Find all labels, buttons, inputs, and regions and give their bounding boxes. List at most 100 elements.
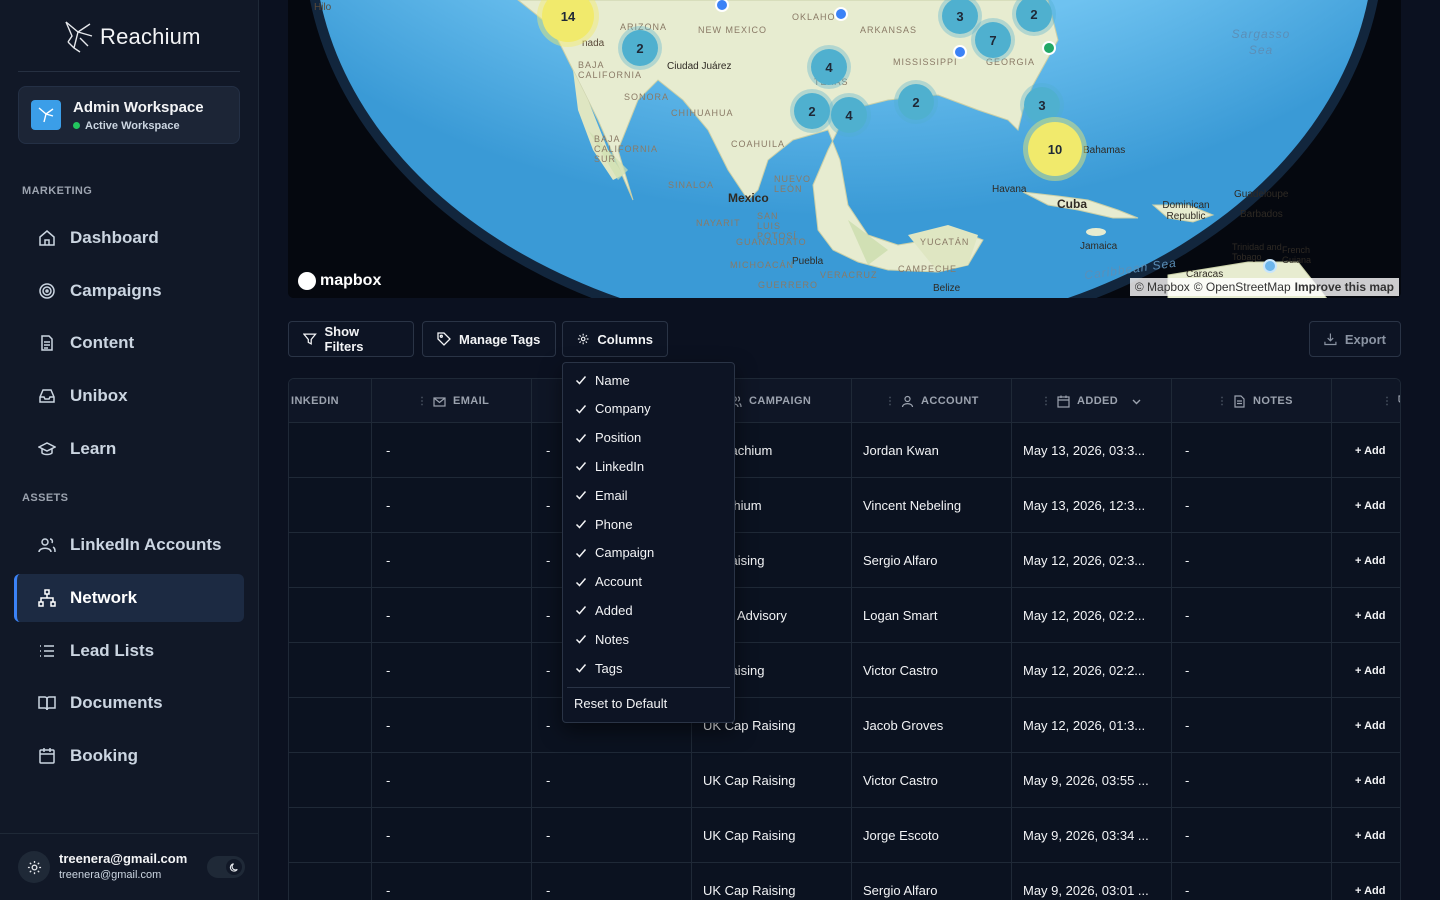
map-cluster[interactable]: 10 (1028, 122, 1082, 176)
map-label: BAJA CALIFORNIA SUR (594, 134, 658, 164)
chevron-down-icon[interactable] (1131, 395, 1142, 408)
table-header: INKEDIN ⋮ EMAIL CAMPAIGN ⋮ ACCOUNT ⋮ ADD… (289, 379, 1400, 423)
cell-linkedin (289, 478, 371, 533)
column-toggle-linkedin[interactable]: LinkedIn (575, 456, 644, 476)
sidebar-item-booking[interactable]: Booking (14, 732, 244, 780)
table-row[interactable]: --n Reachium Jordan Kwan May 13, 2026, 03:… (289, 423, 1400, 478)
add-tag-button[interactable]: + Add (1355, 423, 1385, 478)
cell-account: Jorge Escoto (863, 828, 939, 843)
map-cluster[interactable]: 7 (975, 22, 1011, 58)
column-toggle-campaign[interactable]: Campaign (575, 543, 654, 563)
column-toggle-name[interactable]: Name (575, 370, 630, 390)
check-icon (575, 635, 587, 644)
table-row[interactable]: - - apital Advisory Logan Smart May 12, 2026… (289, 588, 1400, 643)
cell-campaign: UK Cap Raising (703, 828, 796, 843)
table-row[interactable]: - - UK Cap Raising Jacob Groves May 12, 2026… (289, 698, 1400, 753)
map-pin[interactable] (834, 7, 848, 21)
map-cluster[interactable]: 2 (794, 93, 830, 129)
map-cluster[interactable]: 4 (811, 49, 847, 85)
manage-tags-button[interactable]: Manage Tags (422, 321, 556, 357)
attribution-osm[interactable]: © OpenStreetMap (1194, 280, 1291, 294)
add-tag-button[interactable]: + Add (1355, 588, 1385, 643)
drag-handle-icon[interactable]: ⋮ (1041, 396, 1051, 407)
add-tag-button[interactable]: + Add (1355, 808, 1385, 863)
column-toggle-phone[interactable]: Phone (575, 514, 633, 534)
sidebar-item-campaigns[interactable]: Campaigns (14, 267, 244, 315)
gear-icon (27, 860, 41, 874)
columns-button[interactable]: Columns (562, 321, 668, 357)
map-pin[interactable] (1263, 259, 1277, 273)
sidebar-item-learn[interactable]: Learn (14, 425, 244, 473)
add-tag-button[interactable]: + Add (1355, 698, 1385, 753)
column-header-linkedin[interactable]: INKEDIN (291, 379, 339, 423)
map-pin[interactable] (953, 45, 967, 59)
settings-button[interactable] (18, 851, 50, 883)
cell-account: Victor Castro (863, 773, 938, 788)
workspace-switcher[interactable]: Admin Workspace Active Workspace (18, 86, 240, 144)
map-cluster[interactable]: 2 (898, 84, 934, 120)
map-label: CHIHUAHUA (671, 108, 734, 118)
network-map[interactable]: Hilo nada ARIZONA NEW MEXICO OKLAHO ARKA… (288, 0, 1401, 298)
sidebar-item-lead-lists[interactable]: Lead Lists (14, 627, 244, 675)
table-row[interactable]: - - UK Cap Raising Victor Castro May 9, 2026… (289, 753, 1400, 808)
sidebar-item-unibox[interactable]: Unibox (14, 372, 244, 420)
workspace-status: Active Workspace (73, 120, 204, 132)
sidebar-item-network[interactable]: Network (14, 574, 244, 622)
column-header-campaign[interactable]: CAMPAIGN (729, 379, 811, 423)
table-row[interactable]: - - UK Cap Raising Jorge Escoto May 9, 2026,… (289, 808, 1400, 863)
column-toggle-added[interactable]: Added (575, 600, 633, 620)
map-label: Ciudad Juárez (667, 61, 732, 72)
add-tag-button[interactable]: + Add (1355, 863, 1385, 900)
drag-handle-icon[interactable]: ⋮ (1217, 396, 1227, 407)
attribution-mapbox[interactable]: © Mapbox (1135, 280, 1190, 294)
column-header-account[interactable]: ⋮ ACCOUNT (885, 379, 979, 423)
sidebar-item-content[interactable]: Content (14, 319, 244, 367)
column-divider (851, 379, 852, 900)
mail-icon (433, 396, 446, 407)
column-header-email[interactable]: ⋮ EMAIL (417, 379, 489, 423)
theme-toggle[interactable] (207, 856, 245, 878)
map-label: Mexico (728, 191, 769, 205)
sidebar-item-label: Documents (70, 693, 163, 712)
column-toggle-notes[interactable]: Notes (575, 629, 629, 649)
column-toggle-tags[interactable]: Tags (575, 658, 622, 678)
add-tag-button[interactable]: + Add (1355, 533, 1385, 588)
reset-to-default-button[interactable]: Reset to Default (574, 696, 667, 711)
table-row[interactable]: --ReachiumVincent NebelingMay 13, 2026, … (289, 478, 1400, 533)
drag-handle-icon[interactable]: ⋮ (1382, 396, 1392, 407)
export-button[interactable]: Export (1309, 321, 1401, 357)
show-filters-button[interactable]: Show Filters (288, 321, 414, 357)
sidebar-item-linkedin-accounts[interactable]: LinkedIn Accounts (14, 521, 244, 569)
column-toggle-position[interactable]: Position (575, 428, 641, 448)
workspace-title: Admin Workspace (73, 98, 204, 116)
brand[interactable]: Reachium (62, 18, 201, 56)
table-row[interactable]: --ap RaisingVictor CastroMay 12, 2026, 0… (289, 643, 1400, 698)
column-header-tags[interactable]: ⋮ (1382, 379, 1400, 423)
column-header-added[interactable]: ⋮ ADDED (1041, 379, 1142, 423)
column-toggle-company[interactable]: Company (575, 399, 651, 419)
map-cluster[interactable]: 3 (1024, 87, 1060, 123)
column-toggle-label: Tags (595, 660, 623, 676)
cell-account: Jacob Groves (863, 718, 944, 733)
column-toggle-account[interactable]: Account (575, 572, 642, 592)
cell-email: - (386, 718, 391, 733)
sidebar-item-dashboard[interactable]: Dashboard (14, 214, 244, 262)
map-cluster[interactable]: 2 (622, 30, 658, 66)
table-row[interactable]: - - UK Cap Raising Sergio Alfaro May 9, 2026… (289, 863, 1400, 900)
map-pin[interactable] (1042, 41, 1056, 55)
add-tag-button[interactable]: + Add (1355, 643, 1385, 698)
table-row[interactable]: --ap RaisingSergio AlfaroMay 12, 2026, 0… (289, 533, 1400, 588)
column-header-notes[interactable]: ⋮ NOTES (1217, 379, 1293, 423)
improve-map-link[interactable]: Improve this map (1295, 280, 1394, 294)
mapbox-logo[interactable]: mapbox (298, 272, 381, 290)
drag-handle-icon[interactable]: ⋮ (417, 396, 427, 407)
add-tag-button[interactable]: + Add (1355, 478, 1385, 533)
cell-notes: - (1185, 663, 1190, 678)
sidebar-item-documents[interactable]: Documents (14, 679, 244, 727)
add-tag-button[interactable]: + Add (1355, 753, 1385, 808)
drag-handle-icon[interactable]: ⋮ (885, 396, 895, 407)
cell-added: May 13, 2026, 03:3... (1023, 443, 1146, 458)
map-cluster[interactable]: 4 (831, 97, 867, 133)
sidebar-item-label: Content (70, 333, 135, 352)
column-toggle-email[interactable]: Email (575, 485, 628, 505)
